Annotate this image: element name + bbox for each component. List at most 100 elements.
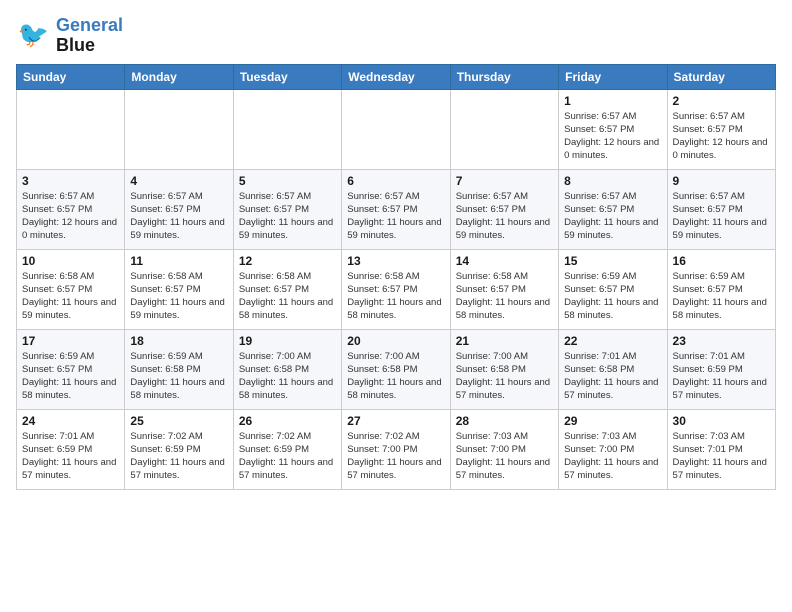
calendar-cell: 24 Sunrise: 7:01 AMSunset: 6:59 PMDayligh… [17, 409, 125, 489]
day-number: 8 [564, 174, 661, 188]
day-header-sunday: Sunday [17, 64, 125, 89]
calendar-cell: 30 Sunrise: 7:03 AMSunset: 7:01 PMDayligh… [667, 409, 775, 489]
calendar-week-1: 1 Sunrise: 6:57 AMSunset: 6:57 PMDaylight… [17, 89, 776, 169]
calendar-cell: 3Sunrise: 6:57 AMSunset: 6:57 PMDaylight… [17, 169, 125, 249]
day-number: 30 [673, 414, 770, 428]
day-info: Sunrise: 6:58 AMSunset: 6:57 PMDaylight:… [347, 270, 444, 323]
calendar-cell [450, 89, 558, 169]
calendar-cell: 28Sunrise: 7:03 AMSunset: 7:00 PMDayligh… [450, 409, 558, 489]
day-info: Sunrise: 6:59 AMSunset: 6:58 PMDaylight:… [130, 350, 227, 403]
calendar-week-5: 24 Sunrise: 7:01 AMSunset: 6:59 PMDayligh… [17, 409, 776, 489]
calendar-cell: 5 Sunrise: 6:57 AMSunset: 6:57 PMDaylight… [233, 169, 341, 249]
day-info: Sunrise: 7:02 AMSunset: 6:59 PMDaylight:… [239, 430, 336, 483]
day-header-wednesday: Wednesday [342, 64, 450, 89]
day-number: 18 [130, 334, 227, 348]
day-info: Sunrise: 6:57 AMSunset: 6:57 PMDaylight:… [130, 190, 227, 243]
calendar-cell [17, 89, 125, 169]
day-number: 16 [673, 254, 770, 268]
day-info: Sunrise: 6:57 AMSunset: 6:57 PMDaylight:… [564, 190, 661, 243]
day-info: Sunrise: 7:01 AMSunset: 6:58 PMDaylight:… [564, 350, 661, 403]
day-info: Sunrise: 6:58 AMSunset: 6:57 PMDaylight:… [22, 270, 119, 323]
day-number: 2 [673, 94, 770, 108]
svg-text:🐦: 🐦 [18, 21, 49, 49]
day-number: 10 [22, 254, 119, 268]
day-info: Sunrise: 7:03 AMSunset: 7:01 PMDaylight:… [673, 430, 770, 483]
calendar-table: SundayMondayTuesdayWednesdayThursdayFrid… [16, 64, 776, 490]
calendar-cell: 6Sunrise: 6:57 AMSunset: 6:57 PMDaylight… [342, 169, 450, 249]
day-number: 13 [347, 254, 444, 268]
day-number: 4 [130, 174, 227, 188]
day-number: 24 [22, 414, 119, 428]
day-info: Sunrise: 7:00 AMSunset: 6:58 PMDaylight:… [347, 350, 444, 403]
day-number: 21 [456, 334, 553, 348]
day-info: Sunrise: 7:03 AMSunset: 7:00 PMDaylight:… [564, 430, 661, 483]
calendar-cell: 8 Sunrise: 6:57 AMSunset: 6:57 PMDaylight… [559, 169, 667, 249]
day-info: Sunrise: 6:58 AMSunset: 6:57 PMDaylight:… [130, 270, 227, 323]
day-number: 9 [673, 174, 770, 188]
day-header-tuesday: Tuesday [233, 64, 341, 89]
day-info: Sunrise: 6:57 AMSunset: 6:57 PMDaylight:… [22, 190, 119, 243]
day-info: Sunrise: 7:00 AMSunset: 6:58 PMDaylight:… [456, 350, 553, 403]
day-info: Sunrise: 6:57 AMSunset: 6:57 PMDaylight:… [239, 190, 336, 243]
calendar-cell: 9 Sunrise: 6:57 AMSunset: 6:57 PMDaylight… [667, 169, 775, 249]
day-info: Sunrise: 6:57 AMSunset: 6:57 PMDaylight:… [673, 110, 770, 163]
calendar-cell: 17 Sunrise: 6:59 AMSunset: 6:57 PMDayligh… [17, 329, 125, 409]
day-info: Sunrise: 6:59 AMSunset: 6:57 PMDaylight:… [564, 270, 661, 323]
calendar-cell: 25Sunrise: 7:02 AMSunset: 6:59 PMDayligh… [125, 409, 233, 489]
day-number: 19 [239, 334, 336, 348]
calendar-cell: 7Sunrise: 6:57 AMSunset: 6:57 PMDaylight… [450, 169, 558, 249]
day-number: 15 [564, 254, 661, 268]
day-number: 17 [22, 334, 119, 348]
day-number: 27 [347, 414, 444, 428]
day-info: Sunrise: 6:58 AMSunset: 6:57 PMDaylight:… [456, 270, 553, 323]
day-header-friday: Friday [559, 64, 667, 89]
calendar-cell [233, 89, 341, 169]
day-number: 7 [456, 174, 553, 188]
calendar-week-2: 3Sunrise: 6:57 AMSunset: 6:57 PMDaylight… [17, 169, 776, 249]
calendar-cell: 22Sunrise: 7:01 AMSunset: 6:58 PMDayligh… [559, 329, 667, 409]
day-info: Sunrise: 6:57 AMSunset: 6:57 PMDaylight:… [673, 190, 770, 243]
logo: 🐦 GeneralBlue [16, 16, 123, 56]
calendar-week-3: 10 Sunrise: 6:58 AMSunset: 6:57 PMDayligh… [17, 249, 776, 329]
calendar-cell: 29 Sunrise: 7:03 AMSunset: 7:00 PMDayligh… [559, 409, 667, 489]
calendar-cell: 11 Sunrise: 6:58 AMSunset: 6:57 PMDayligh… [125, 249, 233, 329]
calendar-cell: 10 Sunrise: 6:58 AMSunset: 6:57 PMDayligh… [17, 249, 125, 329]
day-number: 12 [239, 254, 336, 268]
calendar-cell: 18 Sunrise: 6:59 AMSunset: 6:58 PMDayligh… [125, 329, 233, 409]
calendar-cell [125, 89, 233, 169]
calendar-cell: 27 Sunrise: 7:02 AMSunset: 7:00 PMDayligh… [342, 409, 450, 489]
calendar-cell: 13 Sunrise: 6:58 AMSunset: 6:57 PMDayligh… [342, 249, 450, 329]
calendar-cell: 26 Sunrise: 7:02 AMSunset: 6:59 PMDayligh… [233, 409, 341, 489]
day-number: 1 [564, 94, 661, 108]
day-info: Sunrise: 7:02 AMSunset: 7:00 PMDaylight:… [347, 430, 444, 483]
day-header-monday: Monday [125, 64, 233, 89]
calendar-cell: 23 Sunrise: 7:01 AMSunset: 6:59 PMDayligh… [667, 329, 775, 409]
calendar-cell: 4 Sunrise: 6:57 AMSunset: 6:57 PMDaylight… [125, 169, 233, 249]
day-info: Sunrise: 6:57 AMSunset: 6:57 PMDaylight:… [347, 190, 444, 243]
page-header: 🐦 GeneralBlue [16, 16, 776, 56]
calendar-cell: 16 Sunrise: 6:59 AMSunset: 6:57 PMDayligh… [667, 249, 775, 329]
day-number: 26 [239, 414, 336, 428]
day-number: 20 [347, 334, 444, 348]
day-number: 29 [564, 414, 661, 428]
day-info: Sunrise: 6:57 AMSunset: 6:57 PMDaylight:… [564, 110, 661, 163]
logo-icon: 🐦 [16, 18, 52, 54]
calendar-cell: 1 Sunrise: 6:57 AMSunset: 6:57 PMDaylight… [559, 89, 667, 169]
day-info: Sunrise: 6:59 AMSunset: 6:57 PMDaylight:… [22, 350, 119, 403]
calendar-cell: 19 Sunrise: 7:00 AMSunset: 6:58 PMDayligh… [233, 329, 341, 409]
day-info: Sunrise: 7:02 AMSunset: 6:59 PMDaylight:… [130, 430, 227, 483]
calendar-cell: 2 Sunrise: 6:57 AMSunset: 6:57 PMDaylight… [667, 89, 775, 169]
day-info: Sunrise: 7:01 AMSunset: 6:59 PMDaylight:… [673, 350, 770, 403]
day-info: Sunrise: 6:59 AMSunset: 6:57 PMDaylight:… [673, 270, 770, 323]
calendar-cell: 20 Sunrise: 7:00 AMSunset: 6:58 PMDayligh… [342, 329, 450, 409]
day-info: Sunrise: 7:01 AMSunset: 6:59 PMDaylight:… [22, 430, 119, 483]
calendar-cell: 12Sunrise: 6:58 AMSunset: 6:57 PMDayligh… [233, 249, 341, 329]
day-number: 5 [239, 174, 336, 188]
day-header-thursday: Thursday [450, 64, 558, 89]
day-number: 14 [456, 254, 553, 268]
calendar-cell [342, 89, 450, 169]
calendar-cell: 14 Sunrise: 6:58 AMSunset: 6:57 PMDayligh… [450, 249, 558, 329]
day-info: Sunrise: 7:00 AMSunset: 6:58 PMDaylight:… [239, 350, 336, 403]
day-number: 23 [673, 334, 770, 348]
day-number: 11 [130, 254, 227, 268]
